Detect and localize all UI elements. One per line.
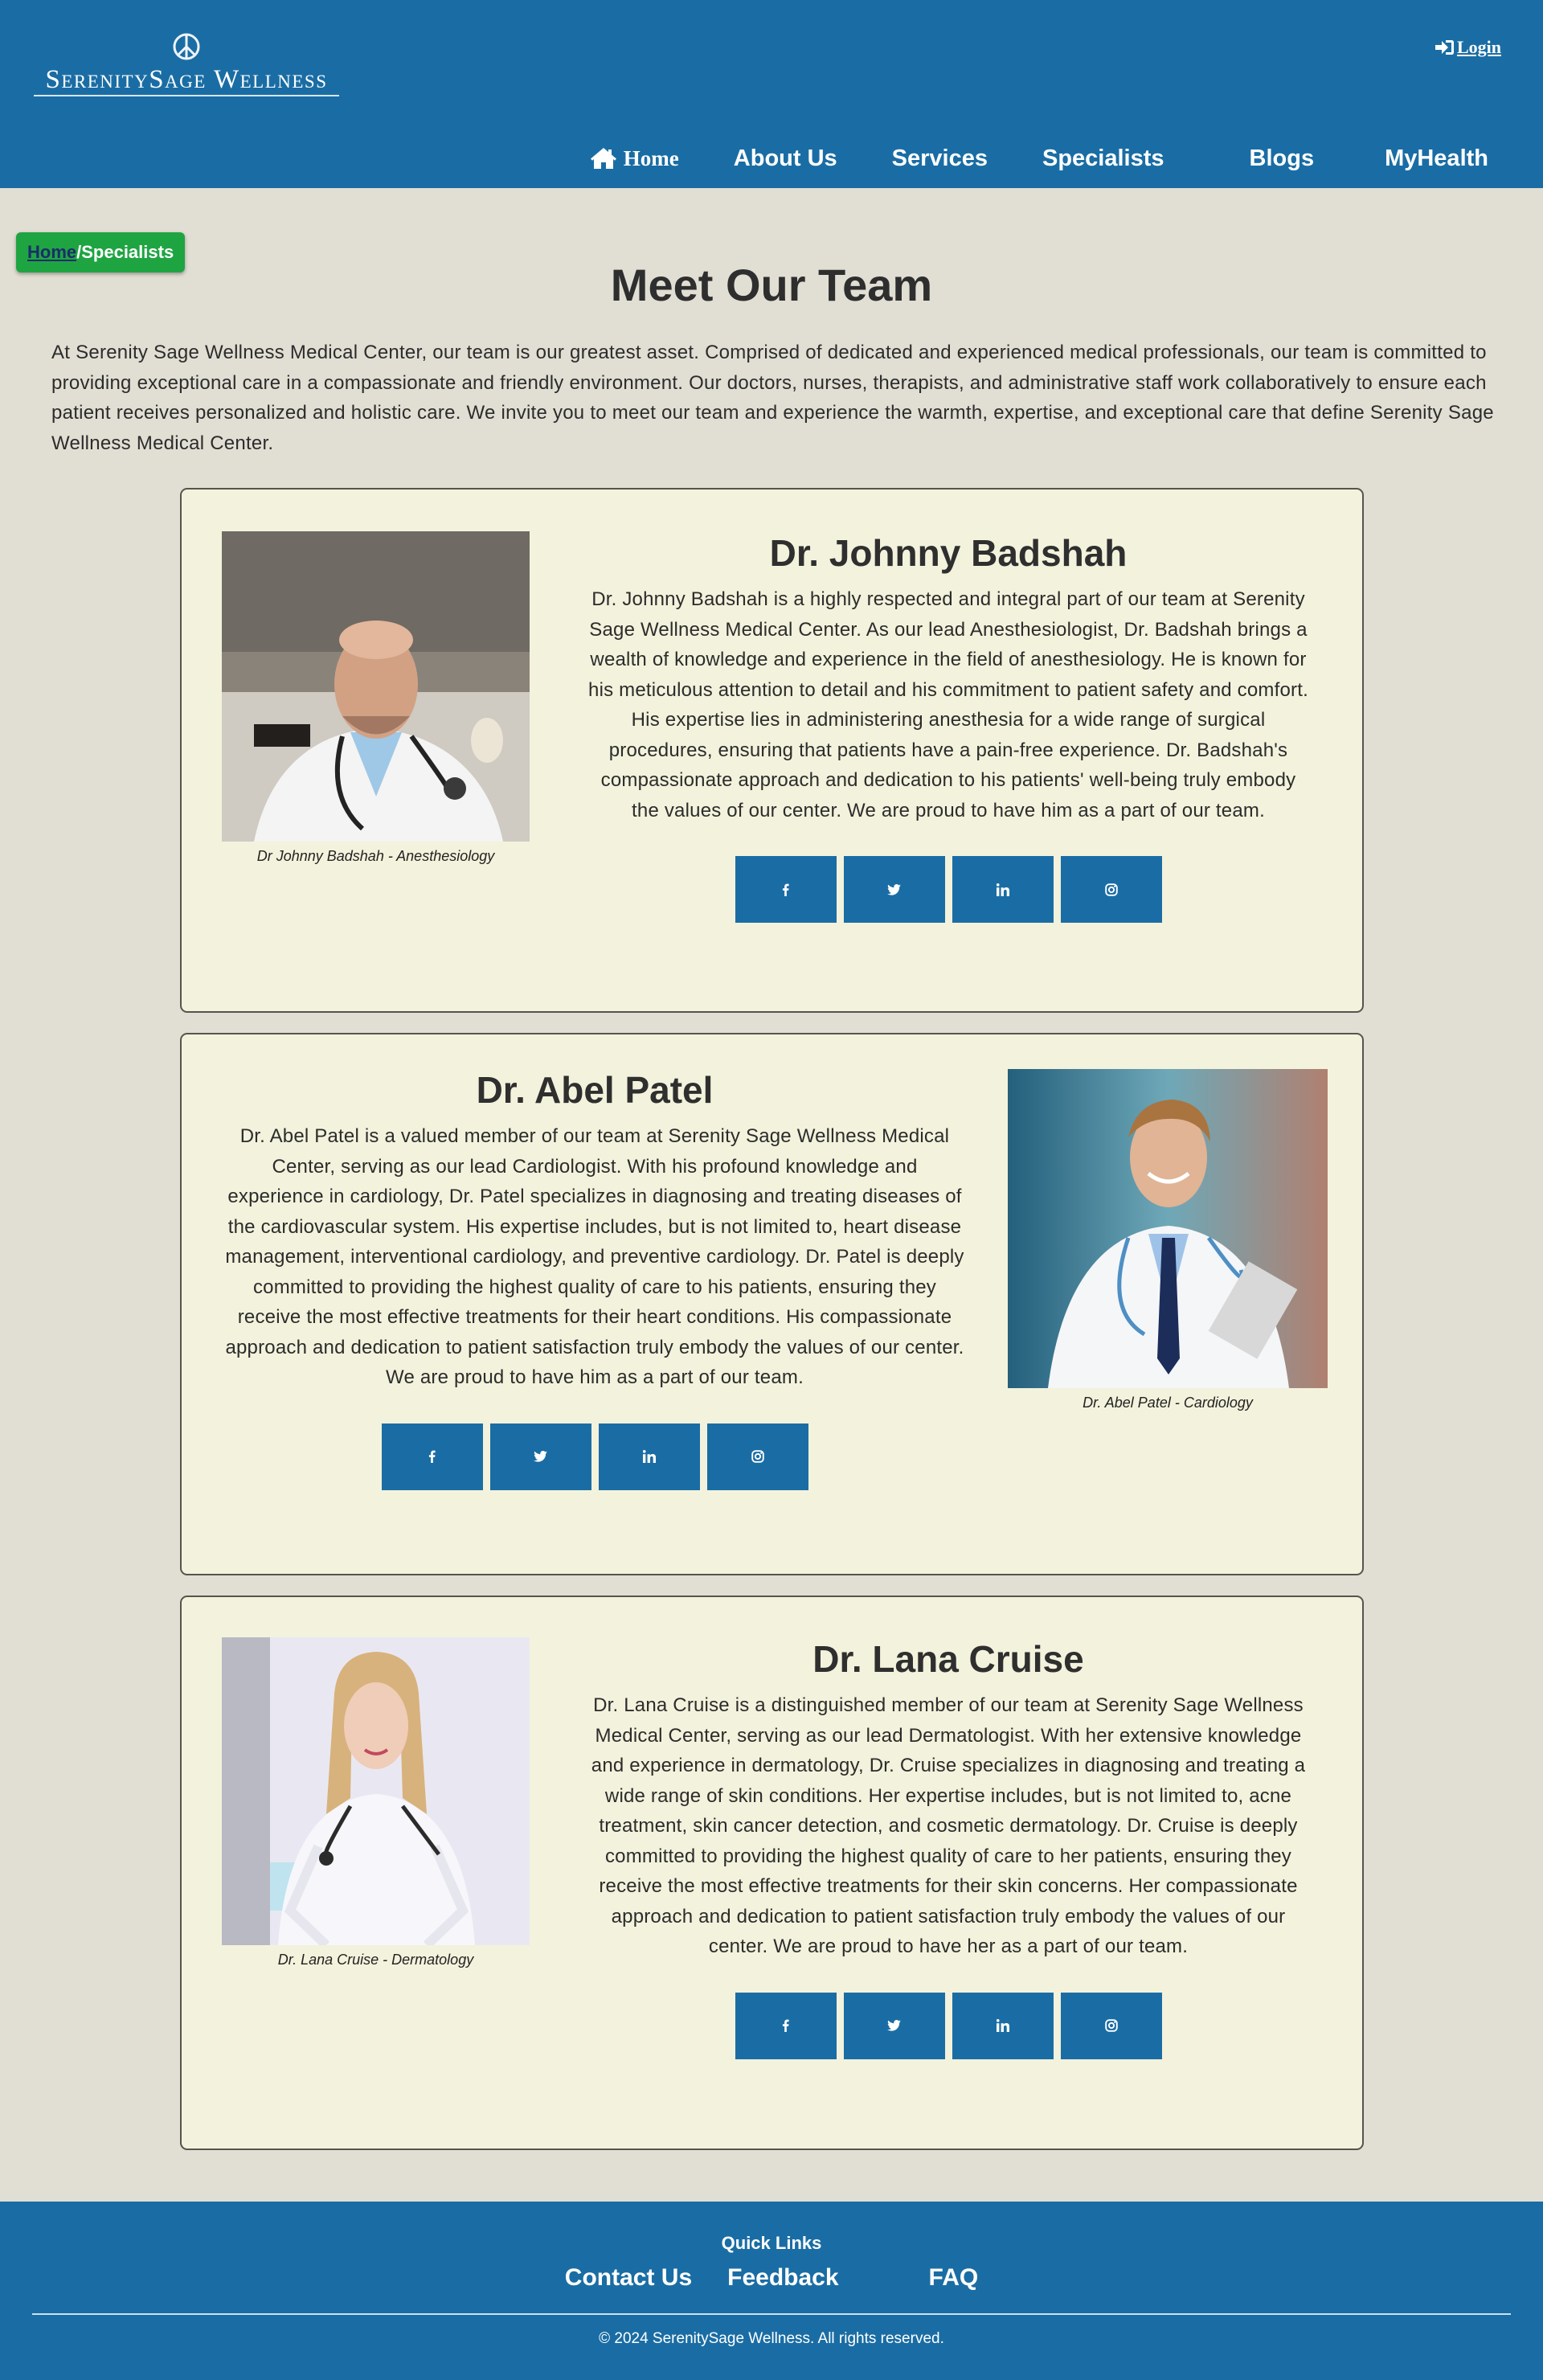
nav-home[interactable]: Home [563,146,706,171]
doctor-card-johnny-badshah: Dr Johnny Badshah - Anesthesiology Dr. J… [180,488,1364,1013]
nav-home-label: Home [623,145,679,170]
login-label: Login [1456,37,1501,57]
linkedin-button[interactable] [598,1423,700,1490]
twitter-icon [534,1451,547,1462]
doctor-photo [222,1637,530,1945]
instagram-button[interactable] [706,1423,808,1490]
brand-underline [34,95,339,96]
nav-myhealth[interactable]: MyHealth [1357,145,1543,172]
footer-link-contact-us[interactable]: Contact Us [547,2264,710,2292]
doctor-card-lana-cruise: Dr. Lana Cruise - Dermatology Dr. Lana C… [180,1596,1364,2150]
quick-links-title: Quick Links [721,2233,822,2253]
linkedin-icon [643,1450,656,1463]
doctor-name: Dr. Lana Cruise [812,1638,1084,1680]
instagram-button[interactable] [1060,856,1162,923]
footer-links: Contact Us Feedback FAQ [0,2264,1543,2292]
page-title: Meet Our Team [610,260,933,310]
footer-link-feedback[interactable]: Feedback [710,2264,911,2292]
brand-logo[interactable]: SerenitySage Wellness [34,32,339,96]
instagram-icon [1105,2019,1118,2032]
linkedin-icon [997,2019,1009,2032]
facebook-icon [782,2019,789,2032]
social-links [222,1423,968,1490]
doctor-name: Dr. Johnny Badshah [769,532,1128,574]
nav-services[interactable]: Services [865,145,1015,172]
facebook-button[interactable] [735,856,837,923]
sign-in-icon [1435,40,1454,55]
facebook-button[interactable] [735,1992,837,2059]
twitter-button[interactable] [843,856,945,923]
doctor-info: Dr. Lana Cruise Dr. Lana Cruise is a dis… [585,1637,1312,2059]
footer-link-faq[interactable]: FAQ [911,2264,997,2292]
doctor-photo-block: Dr Johnny Badshah - Anesthesiology [222,531,530,865]
doctor-name: Dr. Abel Patel [476,1069,714,1111]
doctor-card-abel-patel: Dr. Abel Patel Dr. Abel Patel is a value… [180,1033,1364,1575]
doctor-caption: Dr. Abel Patel - Cardiology [1083,1395,1253,1411]
doctor-bio: Dr. Lana Cruise is a distinguished membe… [591,1694,1306,1957]
site-header: SerenitySage Wellness Login Home About U… [0,0,1543,188]
home-icon [590,148,616,169]
twitter-icon [887,884,901,895]
login-link[interactable]: Login [1435,37,1501,58]
doctor-info: Dr. Johnny Badshah Dr. Johnny Badshah is… [585,531,1312,923]
doctor-caption: Dr Johnny Badshah - Anesthesiology [256,848,495,864]
doctor-photo-block: Dr. Lana Cruise - Dermatology [222,1637,530,1968]
instagram-icon [751,1450,764,1463]
doctor-photo [222,531,530,842]
doctor-photo [1008,1069,1328,1388]
doctor-caption: Dr. Lana Cruise - Dermatology [277,1952,474,1968]
twitter-icon [887,2020,901,2031]
social-links [585,1992,1312,2059]
nav-blogs[interactable]: Blogs [1192,145,1358,172]
copyright: © 2024 SerenitySage Wellness. All rights… [599,2330,944,2347]
doctor-photo-block: Dr. Abel Patel - Cardiology [1008,1069,1328,1411]
doctor-bio: Dr. Abel Patel is a valued member of our… [225,1125,964,1388]
linkedin-button[interactable] [952,856,1054,923]
doctor-bio: Dr. Johnny Badshah is a highly respected… [588,588,1308,821]
twitter-button[interactable] [489,1423,591,1490]
site-footer: Quick Links Contact Us Feedback FAQ © 20… [0,2202,1543,2380]
facebook-icon [428,1450,436,1463]
linkedin-button[interactable] [952,1992,1054,2059]
facebook-icon [782,883,789,896]
peace-icon [173,33,200,60]
facebook-button[interactable] [381,1423,483,1490]
intro-text: At Serenity Sage Wellness Medical Center… [51,342,1494,454]
social-links [585,856,1312,923]
footer-divider [32,2313,1511,2315]
doctor-info: Dr. Abel Patel Dr. Abel Patel is a value… [222,1068,968,1490]
main-nav: Home About Us Services Specialists Blogs… [563,138,1543,178]
linkedin-icon [997,883,1009,896]
brand-name: SerenitySage Wellness [45,65,328,94]
nav-specialists[interactable]: Specialists [1015,145,1192,172]
nav-about-us[interactable]: About Us [706,145,865,172]
instagram-button[interactable] [1060,1992,1162,2059]
twitter-button[interactable] [843,1992,945,2059]
instagram-icon [1105,883,1118,896]
